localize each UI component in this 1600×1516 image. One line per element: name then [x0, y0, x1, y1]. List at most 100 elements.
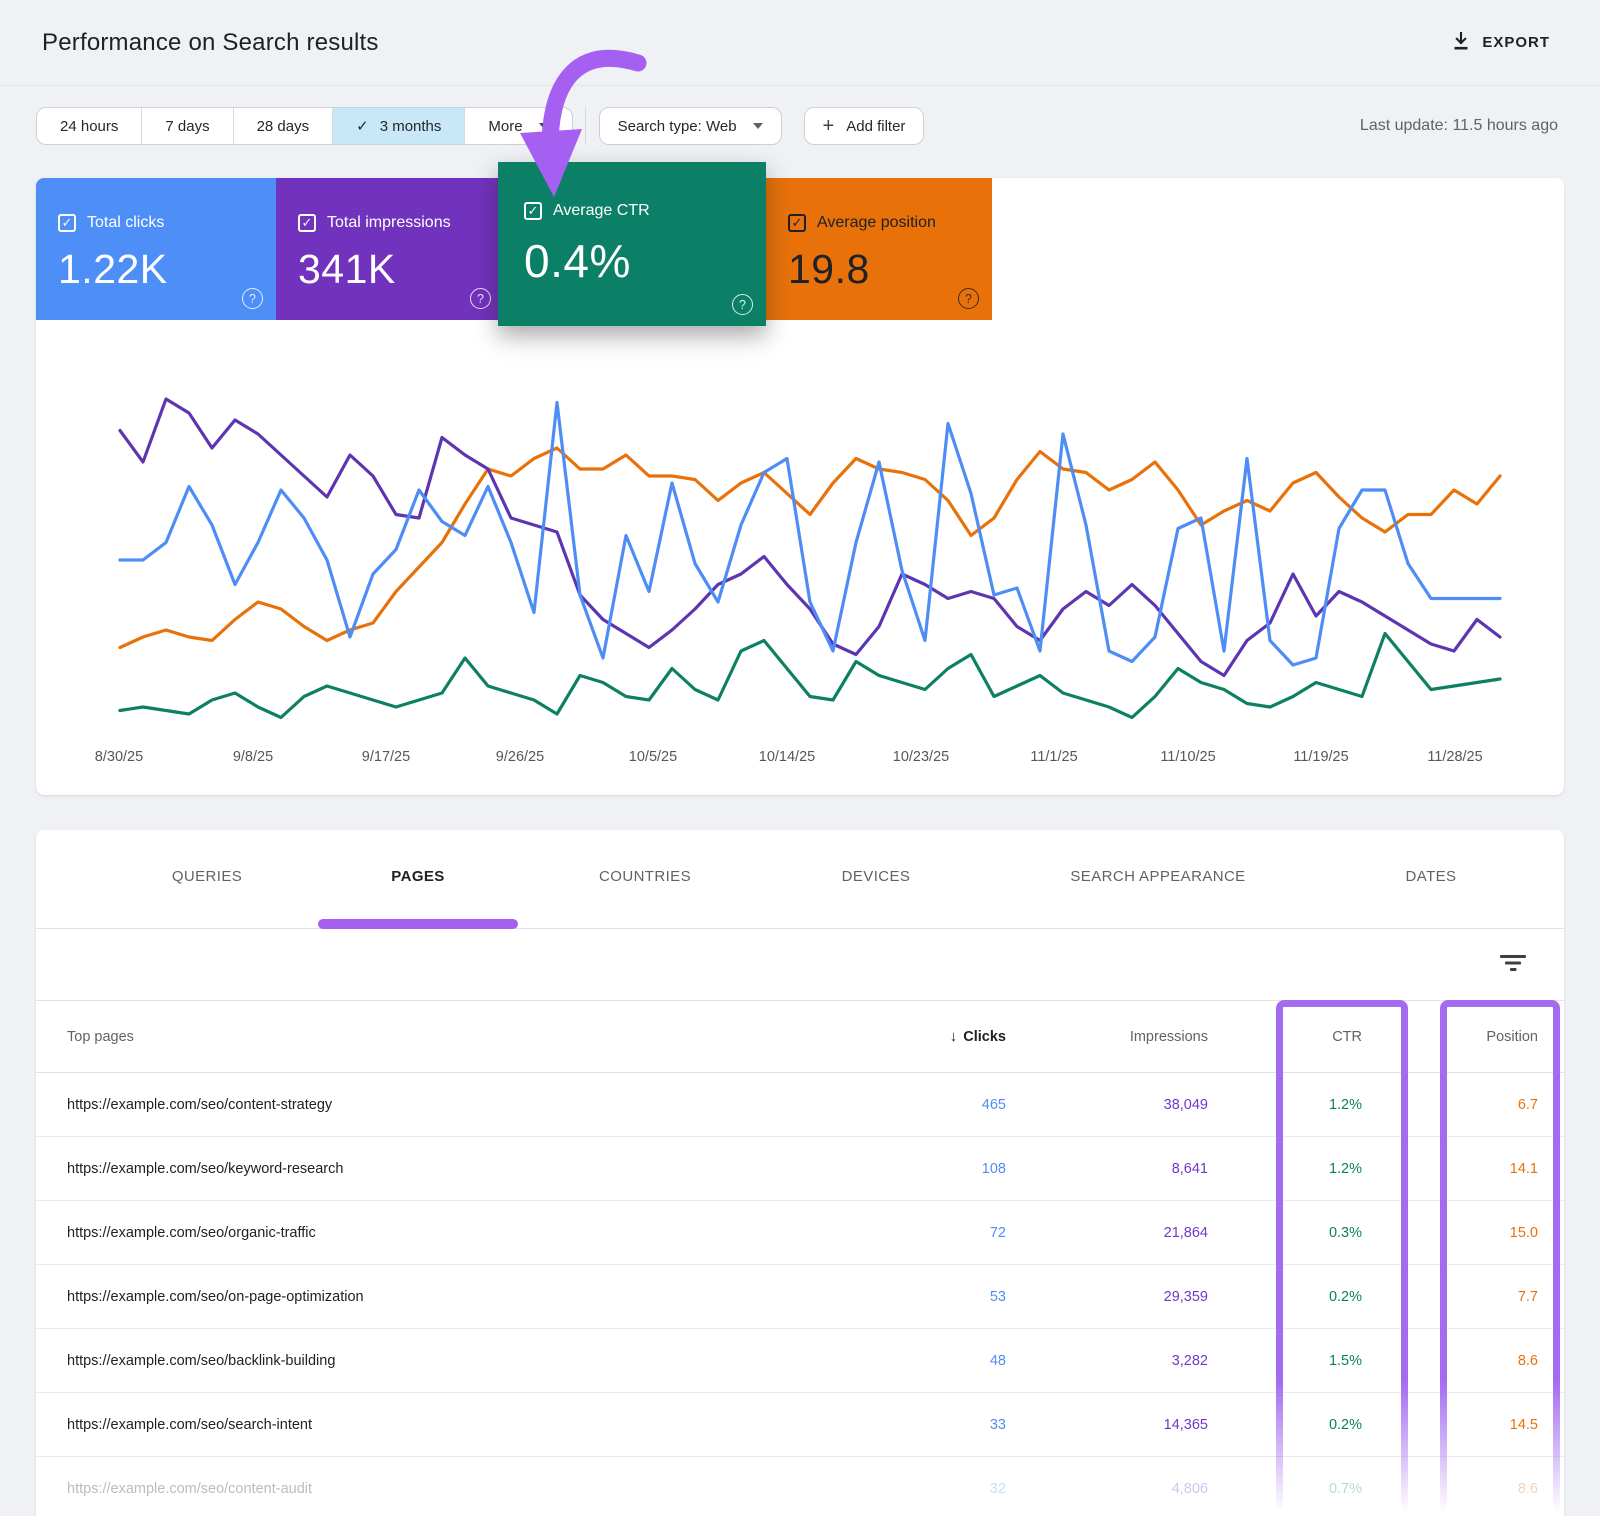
dimension-tabs: QUERIES PAGES COUNTRIES DEVICES SEARCH APPEA…	[36, 830, 1564, 929]
total-clicks-card[interactable]: ✓ Total clicks 1.22K ?	[36, 178, 276, 320]
card-value: 1.22K	[58, 246, 276, 293]
page-header: Performance on Search results EXPORT	[0, 0, 1600, 86]
impressions-cell[interactable]: 21,864	[1006, 1225, 1208, 1241]
table-row[interactable]: https://example.com/seo/organic-traffic7…	[36, 1201, 1564, 1265]
ctr-cell[interactable]: 1.2%	[1208, 1161, 1362, 1177]
page-url-cell[interactable]: https://example.com/seo/on-page-optimiza…	[36, 1289, 856, 1305]
table-row[interactable]: https://example.com/seo/content-strategy…	[36, 1073, 1564, 1137]
table-row[interactable]: https://example.com/seo/content-audit324…	[36, 1457, 1564, 1516]
clicks-cell[interactable]: 48	[856, 1353, 1006, 1369]
range-28-days-button[interactable]: 28 days	[233, 108, 333, 144]
add-filter-button[interactable]: + Add filter	[804, 107, 925, 145]
position-cell[interactable]: 8.6	[1362, 1481, 1564, 1497]
column-header-ctr[interactable]: CTR	[1208, 1029, 1362, 1045]
column-header-top-pages[interactable]: Top pages	[36, 1029, 856, 1045]
range-24-hours-button[interactable]: 24 hours	[37, 108, 141, 144]
ctr-cell[interactable]: 0.3%	[1208, 1225, 1362, 1241]
add-filter-label: Add filter	[846, 118, 905, 135]
position-cell[interactable]: 14.1	[1362, 1161, 1564, 1177]
export-button[interactable]: EXPORT	[1451, 31, 1550, 55]
total-impressions-card[interactable]: ✓ Total impressions 341K ?	[276, 178, 504, 320]
x-axis-tick-label: 9/26/25	[496, 749, 544, 765]
page-url-cell[interactable]: https://example.com/seo/keyword-research	[36, 1161, 856, 1177]
impressions-cell[interactable]: 14,365	[1006, 1417, 1208, 1433]
x-axis-tick-label: 10/14/25	[759, 749, 815, 765]
help-icon[interactable]: ?	[958, 288, 979, 309]
help-icon[interactable]: ?	[242, 288, 263, 309]
page-url-cell[interactable]: https://example.com/seo/backlink-buildin…	[36, 1353, 856, 1369]
ctr-cell[interactable]: 1.5%	[1208, 1353, 1362, 1369]
download-icon	[1451, 31, 1471, 55]
impressions-cell[interactable]: 3,282	[1006, 1353, 1208, 1369]
series-line-clicks	[120, 403, 1500, 666]
checkbox-checked-icon[interactable]: ✓	[524, 202, 542, 220]
ctr-cell[interactable]: 1.2%	[1208, 1097, 1362, 1113]
clicks-cell[interactable]: 108	[856, 1161, 1006, 1177]
impressions-cell[interactable]: 38,049	[1006, 1097, 1208, 1113]
impressions-cell[interactable]: 29,359	[1006, 1289, 1208, 1305]
ctr-cell[interactable]: 0.2%	[1208, 1417, 1362, 1433]
clicks-cell[interactable]: 33	[856, 1417, 1006, 1433]
plus-icon: +	[823, 115, 835, 138]
help-icon[interactable]: ?	[732, 294, 753, 315]
chevron-down-icon	[539, 123, 549, 129]
ctr-cell[interactable]: 0.7%	[1208, 1481, 1362, 1497]
card-value: 0.4%	[524, 234, 766, 288]
tab-dates[interactable]: DATES	[1406, 868, 1457, 885]
position-cell[interactable]: 14.5	[1362, 1417, 1564, 1433]
sort-descending-icon: ↓	[950, 1028, 958, 1045]
column-header-clicks[interactable]: ↓ Clicks	[856, 1028, 1006, 1045]
tab-countries[interactable]: COUNTRIES	[599, 868, 691, 885]
table-row[interactable]: https://example.com/seo/backlink-buildin…	[36, 1329, 1564, 1393]
x-axis-tick-label: 11/10/25	[1160, 749, 1215, 765]
average-ctr-card[interactable]: ✓ Average CTR 0.4% ?	[498, 162, 766, 326]
table-row[interactable]: https://example.com/seo/on-page-optimiza…	[36, 1265, 1564, 1329]
position-cell[interactable]: 15.0	[1362, 1225, 1564, 1241]
more-ranges-button[interactable]: More	[464, 108, 571, 144]
ctr-cell[interactable]: 0.2%	[1208, 1289, 1362, 1305]
filter-bar-divider	[585, 107, 586, 145]
card-label: Total impressions	[327, 214, 451, 232]
checkbox-checked-icon[interactable]: ✓	[298, 214, 316, 232]
series-line-ctr	[120, 634, 1500, 718]
clicks-cell[interactable]: 72	[856, 1225, 1006, 1241]
range-label: 7 days	[165, 118, 209, 135]
position-cell[interactable]: 8.6	[1362, 1353, 1564, 1369]
performance-chart-panel: ✓ Total clicks 1.22K ? ✓ Total impressio…	[36, 178, 1564, 795]
clicks-cell[interactable]: 53	[856, 1289, 1006, 1305]
search-type-dropdown[interactable]: Search type: Web	[599, 107, 782, 145]
tab-pages[interactable]: PAGES	[391, 868, 444, 885]
page-url-cell[interactable]: https://example.com/seo/content-strategy	[36, 1097, 856, 1113]
table-row[interactable]: https://example.com/seo/keyword-research…	[36, 1137, 1564, 1201]
range-7-days-button[interactable]: 7 days	[141, 108, 232, 144]
clicks-cell[interactable]: 32	[856, 1481, 1006, 1497]
tab-devices[interactable]: DEVICES	[842, 868, 911, 885]
average-position-card[interactable]: ✓ Average position 19.8 ?	[766, 178, 992, 320]
checkbox-checked-icon[interactable]: ✓	[58, 214, 76, 232]
series-line-average-position	[120, 448, 1500, 648]
page-url-cell[interactable]: https://example.com/seo/search-intent	[36, 1417, 856, 1433]
active-tab-underline	[318, 919, 518, 929]
column-header-impressions[interactable]: Impressions	[1006, 1029, 1208, 1045]
page-url-cell[interactable]: https://example.com/seo/content-audit	[36, 1481, 856, 1497]
clicks-cell[interactable]: 465	[856, 1097, 1006, 1113]
help-icon[interactable]: ?	[470, 288, 491, 309]
impressions-cell[interactable]: 8,641	[1006, 1161, 1208, 1177]
page-title: Performance on Search results	[42, 29, 379, 57]
range-3-months-button[interactable]: ✓ 3 months	[332, 108, 464, 144]
check-icon: ✓	[356, 117, 369, 135]
tab-search-appearance[interactable]: SEARCH APPEARANCE	[1070, 868, 1245, 885]
position-cell[interactable]: 7.7	[1362, 1289, 1564, 1305]
table-row[interactable]: https://example.com/seo/search-intent331…	[36, 1393, 1564, 1457]
checkbox-checked-icon[interactable]: ✓	[788, 214, 806, 232]
range-label: 24 hours	[60, 118, 118, 135]
filter-list-icon[interactable]	[1500, 952, 1526, 977]
impressions-cell[interactable]: 4,806	[1006, 1481, 1208, 1497]
column-header-position[interactable]: Position	[1362, 1029, 1564, 1045]
page-url-cell[interactable]: https://example.com/seo/organic-traffic	[36, 1225, 856, 1241]
tab-queries[interactable]: QUERIES	[172, 868, 242, 885]
x-axis-tick-label: 9/8/25	[233, 749, 273, 765]
x-axis-tick-label: 9/17/25	[362, 749, 410, 765]
performance-line-chart[interactable]: 8/30/259/8/259/17/259/26/2510/5/2510/14/…	[36, 320, 1564, 795]
position-cell[interactable]: 6.7	[1362, 1097, 1564, 1113]
